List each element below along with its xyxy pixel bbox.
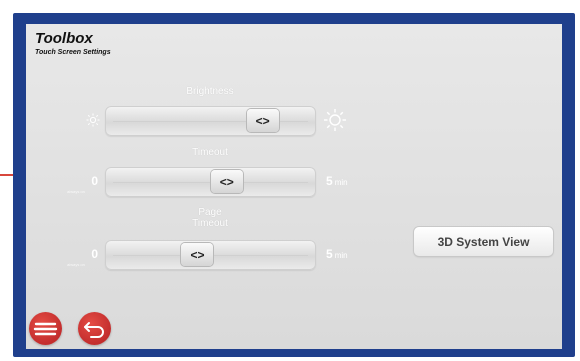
menu-icon (33, 322, 58, 336)
3d-system-view-button[interactable]: 3D System View (414, 227, 553, 256)
page-title: Toolbox (35, 30, 93, 47)
timeout-max-number: 5 (326, 174, 333, 188)
back-button[interactable] (78, 312, 111, 345)
timeout-min-value: 0 (91, 174, 98, 188)
timeout-slider[interactable]: <> (105, 167, 316, 197)
slider-track (113, 121, 308, 122)
page-timeout-label: Page Timeout (150, 207, 270, 229)
page-timeout-label-line2: Timeout (192, 218, 228, 229)
brightness-slider-thumb[interactable]: <> (246, 109, 279, 132)
page-timeout-max-number: 5 (326, 247, 333, 261)
timeout-max-value: 5 min (326, 174, 348, 188)
timeout-slider-thumb[interactable]: <> (210, 170, 243, 193)
timeout-label: Timeout (192, 147, 228, 158)
timeout-min-sub: always on (67, 189, 85, 194)
page-timeout-max-value: 5 min (326, 247, 348, 261)
page-timeout-slider-thumb[interactable]: <> (181, 243, 214, 266)
sun-large-icon (324, 109, 346, 131)
menu-button[interactable] (29, 312, 62, 345)
page-timeout-label-line1: Page (198, 207, 222, 218)
page-timeout-slider[interactable]: <> (105, 240, 316, 270)
page-timeout-min-sub: always on (67, 262, 85, 267)
page-subtitle: Touch Screen Settings (35, 49, 111, 56)
page-timeout-min-value: 0 (91, 247, 98, 261)
page-timeout-max-unit: min (334, 251, 348, 260)
brightness-slider[interactable]: <> (105, 106, 316, 136)
timeout-max-unit: min (334, 178, 348, 187)
back-arrow-icon (84, 322, 104, 338)
sun-small-icon (86, 113, 100, 127)
brightness-label: Brightness (186, 86, 234, 97)
